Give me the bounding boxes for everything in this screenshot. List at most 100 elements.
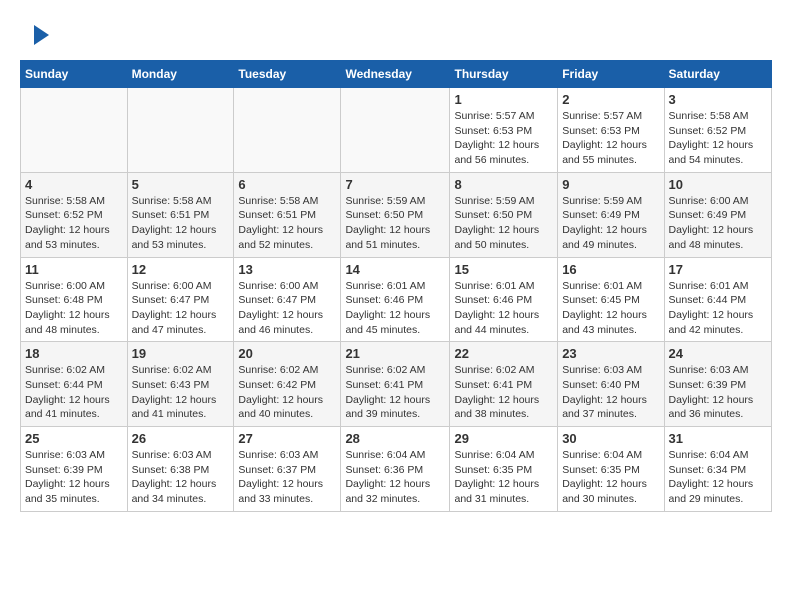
day-number: 6 [238,177,336,192]
day-number: 31 [669,431,767,446]
day-info: Sunrise: 6:01 AM Sunset: 6:44 PM Dayligh… [669,279,767,338]
day-number: 23 [562,346,659,361]
header-tuesday: Tuesday [234,61,341,88]
calendar-cell: 1 Sunrise: 5:57 AM Sunset: 6:53 PM Daylig… [450,88,558,173]
week-row-4: 25Sunrise: 6:03 AM Sunset: 6:39 PM Dayli… [21,427,772,512]
calendar-cell: 25Sunrise: 6:03 AM Sunset: 6:39 PM Dayli… [21,427,128,512]
calendar-cell: 8 Sunrise: 5:59 AM Sunset: 6:50 PM Daylig… [450,172,558,257]
day-info: Sunrise: 6:03 AM Sunset: 6:37 PM Dayligh… [238,448,336,507]
day-number: 11 [25,262,123,277]
calendar-cell: 3 Sunrise: 5:58 AM Sunset: 6:52 PM Daylig… [664,88,771,173]
logo [20,20,54,50]
calendar-cell: 17 Sunrise: 6:01 AM Sunset: 6:44 PM Dayli… [664,257,771,342]
calendar-cell: 11 Sunrise: 6:00 AM Sunset: 6:48 PM Dayli… [21,257,128,342]
day-info: Sunrise: 6:04 AM Sunset: 6:35 PM Dayligh… [454,448,553,507]
day-info: Sunrise: 6:02 AM Sunset: 6:43 PM Dayligh… [132,363,230,422]
calendar-cell: 19 Sunrise: 6:02 AM Sunset: 6:43 PM Dayli… [127,342,234,427]
calendar-cell: 21Sunrise: 6:02 AM Sunset: 6:41 PM Dayli… [341,342,450,427]
day-info: Sunrise: 5:59 AM Sunset: 6:50 PM Dayligh… [345,194,445,253]
day-info: Sunrise: 6:00 AM Sunset: 6:48 PM Dayligh… [25,279,123,338]
day-number: 7 [345,177,445,192]
day-info: Sunrise: 6:03 AM Sunset: 6:38 PM Dayligh… [132,448,230,507]
day-info: Sunrise: 5:58 AM Sunset: 6:51 PM Dayligh… [238,194,336,253]
day-info: Sunrise: 6:02 AM Sunset: 6:41 PM Dayligh… [454,363,553,422]
header-row: SundayMondayTuesdayWednesdayThursdayFrid… [21,61,772,88]
day-info: Sunrise: 6:04 AM Sunset: 6:36 PM Dayligh… [345,448,445,507]
calendar-cell: 22 Sunrise: 6:02 AM Sunset: 6:41 PM Dayli… [450,342,558,427]
calendar-cell: 28 Sunrise: 6:04 AM Sunset: 6:36 PM Dayli… [341,427,450,512]
day-info: Sunrise: 5:57 AM Sunset: 6:53 PM Dayligh… [454,109,553,168]
day-number: 3 [669,92,767,107]
day-number: 21 [345,346,445,361]
day-info: Sunrise: 5:57 AM Sunset: 6:53 PM Dayligh… [562,109,659,168]
day-info: Sunrise: 6:01 AM Sunset: 6:46 PM Dayligh… [345,279,445,338]
calendar-cell: 18Sunrise: 6:02 AM Sunset: 6:44 PM Dayli… [21,342,128,427]
day-info: Sunrise: 6:03 AM Sunset: 6:39 PM Dayligh… [669,363,767,422]
calendar-cell: 5 Sunrise: 5:58 AM Sunset: 6:51 PM Daylig… [127,172,234,257]
week-row-1: 4 Sunrise: 5:58 AM Sunset: 6:52 PM Daylig… [21,172,772,257]
day-info: Sunrise: 6:01 AM Sunset: 6:45 PM Dayligh… [562,279,659,338]
day-info: Sunrise: 6:00 AM Sunset: 6:47 PM Dayligh… [132,279,230,338]
day-number: 22 [454,346,553,361]
calendar-cell [21,88,128,173]
day-number: 30 [562,431,659,446]
calendar-cell [127,88,234,173]
calendar-cell: 29 Sunrise: 6:04 AM Sunset: 6:35 PM Dayli… [450,427,558,512]
calendar-cell: 6 Sunrise: 5:58 AM Sunset: 6:51 PM Daylig… [234,172,341,257]
day-number: 17 [669,262,767,277]
week-row-3: 18Sunrise: 6:02 AM Sunset: 6:44 PM Dayli… [21,342,772,427]
header-sunday: Sunday [21,61,128,88]
calendar-cell: 23 Sunrise: 6:03 AM Sunset: 6:40 PM Dayli… [558,342,664,427]
header-monday: Monday [127,61,234,88]
day-number: 8 [454,177,553,192]
day-number: 9 [562,177,659,192]
calendar-cell: 10Sunrise: 6:00 AM Sunset: 6:49 PM Dayli… [664,172,771,257]
calendar-cell: 2 Sunrise: 5:57 AM Sunset: 6:53 PM Daylig… [558,88,664,173]
day-number: 4 [25,177,123,192]
day-number: 25 [25,431,123,446]
day-info: Sunrise: 6:04 AM Sunset: 6:35 PM Dayligh… [562,448,659,507]
day-number: 5 [132,177,230,192]
header-thursday: Thursday [450,61,558,88]
day-info: Sunrise: 6:02 AM Sunset: 6:44 PM Dayligh… [25,363,123,422]
calendar-cell: 7 Sunrise: 5:59 AM Sunset: 6:50 PM Daylig… [341,172,450,257]
header-saturday: Saturday [664,61,771,88]
day-number: 27 [238,431,336,446]
day-info: Sunrise: 5:58 AM Sunset: 6:52 PM Dayligh… [669,109,767,168]
day-number: 16 [562,262,659,277]
calendar-cell: 13Sunrise: 6:00 AM Sunset: 6:47 PM Dayli… [234,257,341,342]
day-info: Sunrise: 6:01 AM Sunset: 6:46 PM Dayligh… [454,279,553,338]
header-wednesday: Wednesday [341,61,450,88]
calendar-cell: 26 Sunrise: 6:03 AM Sunset: 6:38 PM Dayli… [127,427,234,512]
day-number: 13 [238,262,336,277]
header-friday: Friday [558,61,664,88]
week-row-0: 1 Sunrise: 5:57 AM Sunset: 6:53 PM Daylig… [21,88,772,173]
day-info: Sunrise: 5:58 AM Sunset: 6:52 PM Dayligh… [25,194,123,253]
calendar-cell [341,88,450,173]
calendar-cell: 24 Sunrise: 6:03 AM Sunset: 6:39 PM Dayli… [664,342,771,427]
day-info: Sunrise: 6:02 AM Sunset: 6:42 PM Dayligh… [238,363,336,422]
calendar-cell: 15 Sunrise: 6:01 AM Sunset: 6:46 PM Dayli… [450,257,558,342]
day-info: Sunrise: 6:04 AM Sunset: 6:34 PM Dayligh… [669,448,767,507]
calendar-cell: 12 Sunrise: 6:00 AM Sunset: 6:47 PM Dayli… [127,257,234,342]
week-row-2: 11 Sunrise: 6:00 AM Sunset: 6:48 PM Dayli… [21,257,772,342]
day-number: 24 [669,346,767,361]
day-number: 26 [132,431,230,446]
day-number: 2 [562,92,659,107]
calendar-cell: 16 Sunrise: 6:01 AM Sunset: 6:45 PM Dayli… [558,257,664,342]
calendar-cell: 27 Sunrise: 6:03 AM Sunset: 6:37 PM Dayli… [234,427,341,512]
calendar-cell: 31 Sunrise: 6:04 AM Sunset: 6:34 PM Dayli… [664,427,771,512]
day-number: 12 [132,262,230,277]
calendar-cell: 30 Sunrise: 6:04 AM Sunset: 6:35 PM Dayli… [558,427,664,512]
day-number: 29 [454,431,553,446]
day-number: 15 [454,262,553,277]
calendar-cell: 20Sunrise: 6:02 AM Sunset: 6:42 PM Dayli… [234,342,341,427]
day-number: 19 [132,346,230,361]
calendar-cell: 4 Sunrise: 5:58 AM Sunset: 6:52 PM Daylig… [21,172,128,257]
day-info: Sunrise: 5:59 AM Sunset: 6:50 PM Dayligh… [454,194,553,253]
day-info: Sunrise: 6:03 AM Sunset: 6:40 PM Dayligh… [562,363,659,422]
day-info: Sunrise: 5:59 AM Sunset: 6:49 PM Dayligh… [562,194,659,253]
day-info: Sunrise: 5:58 AM Sunset: 6:51 PM Dayligh… [132,194,230,253]
day-number: 28 [345,431,445,446]
day-number: 1 [454,92,553,107]
